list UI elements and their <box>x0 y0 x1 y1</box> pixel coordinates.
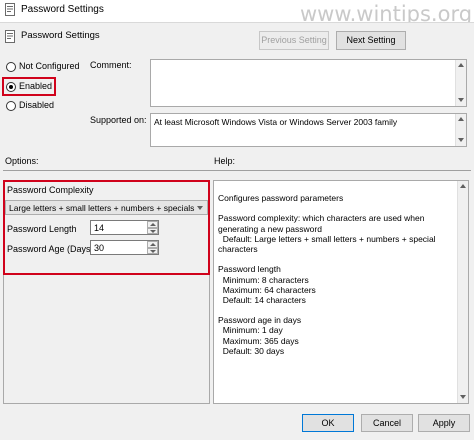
radio-circle[interactable] <box>6 62 16 72</box>
options-label: Options: <box>5 156 39 166</box>
help-line: Default: 30 days <box>218 345 285 356</box>
help-scrollbar[interactable] <box>457 181 468 403</box>
help-line <box>218 305 436 315</box>
radio-circle-checked[interactable] <box>6 82 16 92</box>
length-value: 14 <box>94 223 105 233</box>
supported-field: At least Microsoft Windows Vista or Wind… <box>150 113 467 147</box>
scroll-down-icon[interactable] <box>458 98 464 102</box>
chevron-down-icon[interactable] <box>150 249 156 253</box>
setting-title: Password Settings <box>21 30 100 41</box>
previous-setting-button[interactable]: Previous Setting <box>259 31 329 50</box>
setting-icon <box>5 30 15 43</box>
help-pane: Configures password parameters Password c… <box>213 180 469 404</box>
help-line: Password age in days <box>218 315 302 326</box>
scroll-up-icon[interactable] <box>458 117 464 121</box>
length-label: Password Length <box>7 224 77 234</box>
help-line: Minimum: 8 characters <box>218 274 309 285</box>
age-decrement[interactable] <box>147 247 158 254</box>
help-line: Maximum: 365 days <box>218 335 299 346</box>
next-setting-button[interactable]: Next Setting <box>336 31 406 50</box>
radio-label-disabled: Disabled <box>19 100 55 110</box>
comment-field[interactable] <box>150 59 467 107</box>
radio-circle[interactable] <box>6 101 16 111</box>
chevron-down-icon[interactable] <box>197 206 203 210</box>
help-line <box>218 254 436 264</box>
apply-button[interactable]: Apply <box>418 414 470 432</box>
help-label: Help: <box>214 156 236 166</box>
help-text: Configures password parameters Password c… <box>218 193 436 356</box>
help-line: Password complexity: which characters ar… <box>218 213 425 224</box>
complexity-label: Password Complexity <box>7 185 94 195</box>
help-line: generating a new password <box>218 223 322 234</box>
help-line <box>218 203 436 213</box>
window-title: Password Settings <box>21 4 104 15</box>
help-line: Default: 14 characters <box>218 294 306 305</box>
help-line: Default: Large letters + small letters +… <box>218 233 436 244</box>
comment-label: Comment: <box>90 60 132 70</box>
chevron-up-icon[interactable] <box>150 243 156 246</box>
help-line: Password length <box>218 264 281 275</box>
help-line: Minimum: 1 day <box>218 325 283 336</box>
help-line: Maximum: 64 characters <box>218 284 316 295</box>
supported-scrollbar[interactable] <box>455 114 466 146</box>
supported-label: Supported on: <box>90 115 147 125</box>
comment-scrollbar[interactable] <box>455 60 466 106</box>
separator <box>3 170 471 171</box>
chevron-up-icon[interactable] <box>150 223 156 226</box>
complexity-dropdown[interactable]: Large letters + small letters + numbers … <box>5 200 208 215</box>
scroll-down-icon[interactable] <box>460 395 466 399</box>
policy-icon <box>5 3 15 16</box>
age-stepper[interactable]: 30 <box>90 240 159 255</box>
age-label: Password Age (Days) <box>7 244 94 254</box>
help-line: Configures password parameters <box>218 193 344 203</box>
cancel-button[interactable]: Cancel <box>361 414 413 432</box>
ok-button[interactable]: OK <box>302 414 354 432</box>
length-stepper[interactable]: 14 <box>90 220 159 235</box>
complexity-value: Large letters + small letters + numbers … <box>9 203 195 213</box>
length-decrement[interactable] <box>147 227 158 234</box>
scroll-up-icon[interactable] <box>460 184 466 188</box>
radio-label-enabled: Enabled <box>19 81 53 91</box>
scroll-down-icon[interactable] <box>458 138 464 142</box>
help-line: characters <box>218 243 258 254</box>
title-bar: Password Settings www.wintips.org <box>0 0 474 26</box>
scroll-up-icon[interactable] <box>458 63 464 67</box>
age-value: 30 <box>94 243 105 253</box>
supported-value: At least Microsoft Windows Vista or Wind… <box>154 117 398 127</box>
radio-label-not-configured: Not Configured <box>19 61 80 71</box>
chevron-down-icon[interactable] <box>150 229 156 233</box>
